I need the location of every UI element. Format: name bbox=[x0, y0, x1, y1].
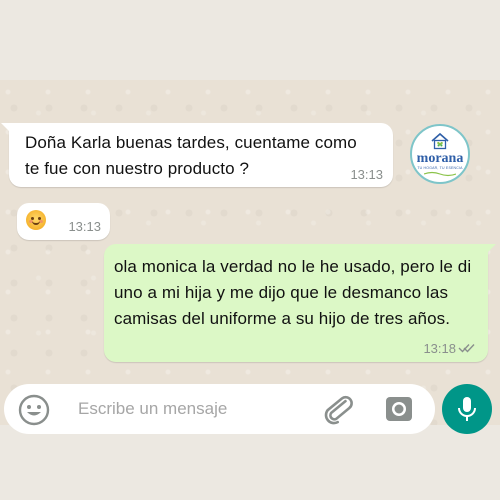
message-text: Doña Karla buenas tardes, cuentame como … bbox=[25, 133, 357, 178]
message-time: 13:13 bbox=[350, 167, 383, 182]
house-icon bbox=[431, 132, 449, 150]
paperclip-icon[interactable] bbox=[322, 392, 354, 426]
message-composer bbox=[4, 384, 435, 434]
message-input[interactable] bbox=[78, 392, 298, 426]
smiling-face-emoji-icon bbox=[26, 210, 46, 230]
message-incoming-2[interactable]: 13:13 bbox=[17, 203, 110, 240]
company-logo: morana TU HOGAR, TU ESENCIA bbox=[410, 124, 470, 184]
logo-wave bbox=[424, 171, 456, 177]
message-time: 13:13 bbox=[68, 219, 101, 234]
camera-icon[interactable] bbox=[384, 393, 414, 423]
emoji-icon[interactable] bbox=[18, 394, 50, 426]
logo-name: morana bbox=[416, 151, 464, 166]
message-text: ola monica la verdad no le he usado, per… bbox=[114, 257, 472, 328]
microphone-icon bbox=[458, 397, 476, 421]
message-incoming-1[interactable]: Doña Karla buenas tardes, cuentame como … bbox=[1, 123, 393, 187]
double-check-icon bbox=[458, 344, 475, 353]
microphone-button[interactable] bbox=[442, 384, 492, 434]
logo-tagline: TU HOGAR, TU ESENCIA bbox=[417, 166, 463, 170]
message-time: 13:18 bbox=[423, 341, 456, 356]
message-outgoing-1[interactable]: ola monica la verdad no le he usado, per… bbox=[104, 244, 496, 362]
